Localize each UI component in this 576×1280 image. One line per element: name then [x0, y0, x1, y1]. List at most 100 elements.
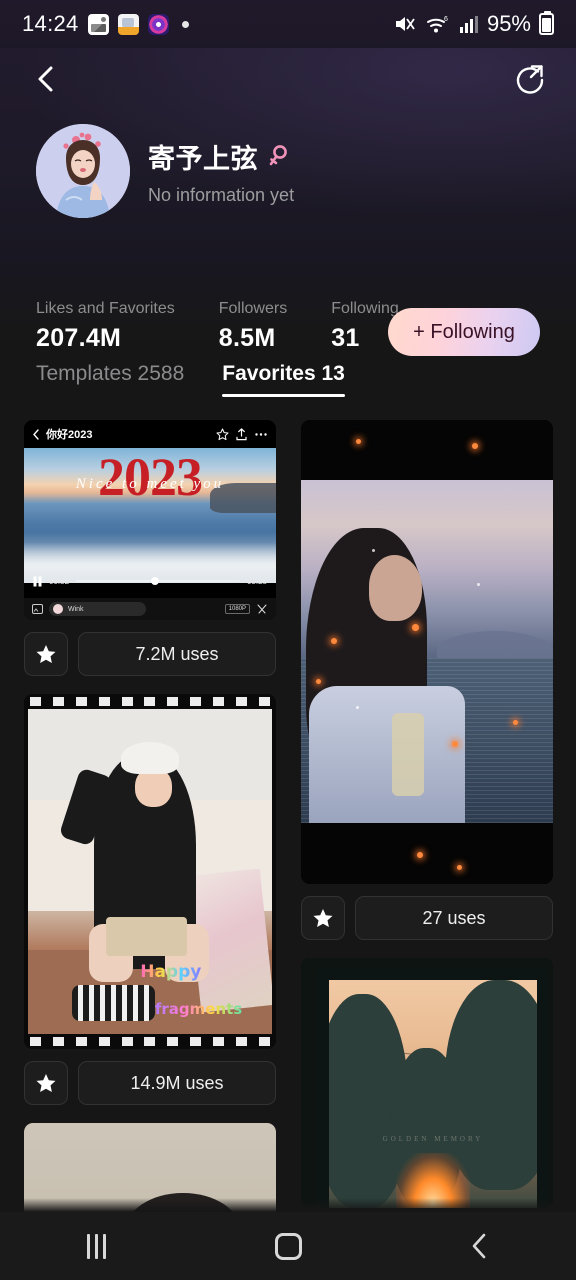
template-thumbnail[interactable] [301, 420, 553, 884]
tab-templates[interactable]: Templates 2588 [36, 362, 184, 397]
progress-knob[interactable] [151, 577, 160, 585]
nav-row [0, 48, 576, 110]
home-button[interactable] [252, 1218, 324, 1274]
overlay-happy-text: Happy [140, 962, 202, 982]
share-button[interactable] [508, 57, 552, 101]
status-bar-left: 14:24 [22, 11, 189, 37]
battery-percent: 95% [486, 11, 531, 36]
stat-value: 207.4M [36, 324, 122, 352]
tab-favorites[interactable]: Favorites 13 [222, 362, 345, 397]
profile-tabs: Templates 2588 Favorites 13 [0, 350, 576, 408]
bag-shape [106, 917, 187, 956]
favorite-button[interactable] [301, 896, 345, 940]
player-title: 你好2023 [46, 429, 93, 441]
spark-particle [331, 637, 338, 644]
shoes-shape [71, 985, 155, 1021]
favorite-button[interactable] [24, 632, 68, 676]
star-filled-icon [36, 1073, 56, 1092]
back-button[interactable] [24, 57, 68, 101]
film-perforations-top [24, 696, 276, 707]
seaside-portrait-preview [301, 420, 553, 884]
following-button[interactable]: + Following [388, 308, 540, 356]
spark-particle [411, 624, 419, 632]
overlay-script-text: Nice to meet you [75, 476, 225, 492]
star-filled-icon [36, 644, 56, 663]
quality-badge: 1080P [224, 604, 250, 614]
spark-particle [457, 865, 463, 871]
share-circle-icon [516, 65, 544, 94]
stat-followers[interactable]: Followers 8.5M [219, 300, 287, 353]
template-card[interactable]: GOLDEN MEMORY [301, 958, 553, 1208]
total-time: 03:28 [246, 576, 267, 586]
stat-likes-favorites[interactable]: Likes and Favorites 207.4M [36, 300, 175, 353]
status-bar: 14:24 6 95% [0, 0, 576, 48]
filmstrip-preview: Happy fragments [24, 694, 276, 1049]
camera-icon [147, 13, 169, 35]
dot-indicator-icon [181, 20, 189, 28]
spark-particle [416, 851, 423, 858]
profile-text: 寄予上弦 No information yet [148, 137, 294, 206]
player-controls[interactable]: 00:52 03:28 [24, 570, 276, 592]
template-card[interactable]: 你好2023 2023 Nice to meet you 00:52 03:28… [24, 420, 276, 676]
profile-block: 寄予上弦 No information yet [0, 110, 576, 218]
note-icon [117, 13, 139, 35]
player-bottom-bar: Wink 1080P [24, 598, 276, 620]
dust-particle [371, 548, 375, 552]
wifi-icon: 6 [426, 16, 448, 33]
pause-icon[interactable] [33, 576, 42, 587]
feed-column-right: 27 uses GOLDEN MEMORY [301, 420, 553, 1220]
progress-bar[interactable] [76, 577, 240, 585]
template-thumbnail[interactable]: Happy fragments [24, 694, 276, 1049]
profile-name: 寄予上弦 [148, 143, 258, 174]
star-outline-icon [216, 428, 229, 440]
favorites-feed[interactable]: 你好2023 2023 Nice to meet you 00:52 03:28… [0, 420, 576, 1220]
gallery-icon[interactable] [32, 604, 43, 614]
back-button[interactable] [444, 1218, 516, 1274]
battery-icon [539, 11, 554, 35]
filmstrip-photo: Happy fragments [28, 709, 272, 1034]
spark-particle [356, 438, 362, 444]
card-actions: 14.9M uses [24, 1061, 276, 1105]
stat-label: Following [331, 300, 399, 317]
player-top-bar: 你好2023 [24, 420, 276, 448]
recents-icon [86, 1233, 106, 1259]
wink-logo-icon [53, 604, 63, 614]
sunset-trees-preview: GOLDEN MEMORY [301, 958, 553, 1208]
uses-button[interactable]: 7.2M uses [78, 632, 276, 676]
svg-text:6: 6 [444, 16, 448, 23]
app-screen: 14:24 6 95% 寄予上弦 No information yet Like… [0, 0, 576, 1280]
template-thumbnail[interactable]: GOLDEN MEMORY [301, 958, 553, 1208]
back-chevron-icon [472, 1233, 486, 1259]
cut-icon[interactable] [256, 604, 268, 615]
feed-fade-overlay [0, 1198, 576, 1212]
overlay-fragments-text: fragments [154, 999, 243, 1018]
profile-header: 寄予上弦 No information yet [0, 48, 576, 338]
dust-particle [477, 582, 481, 586]
photos-icon [87, 13, 109, 35]
back-chevron-icon [38, 66, 53, 92]
template-card[interactable]: Happy fragments 14.9M uses [24, 694, 276, 1105]
video-player-preview: 你好2023 2023 Nice to meet you 00:52 03:28… [24, 420, 276, 620]
necklace-shape [391, 713, 425, 796]
overlay-caption-text: GOLDEN MEMORY [382, 1135, 484, 1144]
template-thumbnail[interactable]: 你好2023 2023 Nice to meet you 00:52 03:28… [24, 420, 276, 620]
android-navigation-bar [0, 1212, 576, 1280]
card-actions: 7.2M uses [24, 632, 276, 676]
recents-button[interactable] [60, 1218, 132, 1274]
signal-icon [459, 16, 478, 33]
jacket-shape [308, 685, 465, 823]
female-gender-icon [269, 145, 287, 166]
profile-name-row: 寄予上弦 [148, 137, 294, 176]
back-chevron-icon [33, 428, 39, 440]
favorite-button[interactable] [24, 1061, 68, 1105]
avatar-illustration-icon [36, 124, 130, 218]
uses-button[interactable]: 27 uses [355, 896, 553, 940]
status-time: 14:24 [22, 11, 79, 36]
template-card[interactable]: 27 uses [301, 420, 553, 940]
stat-label: Followers [218, 300, 288, 317]
portrait-photo [301, 480, 553, 823]
hat-shape [120, 741, 180, 774]
uses-button[interactable]: 14.9M uses [78, 1061, 276, 1105]
film-perforations-bottom [24, 1036, 276, 1047]
avatar[interactable] [36, 124, 130, 218]
